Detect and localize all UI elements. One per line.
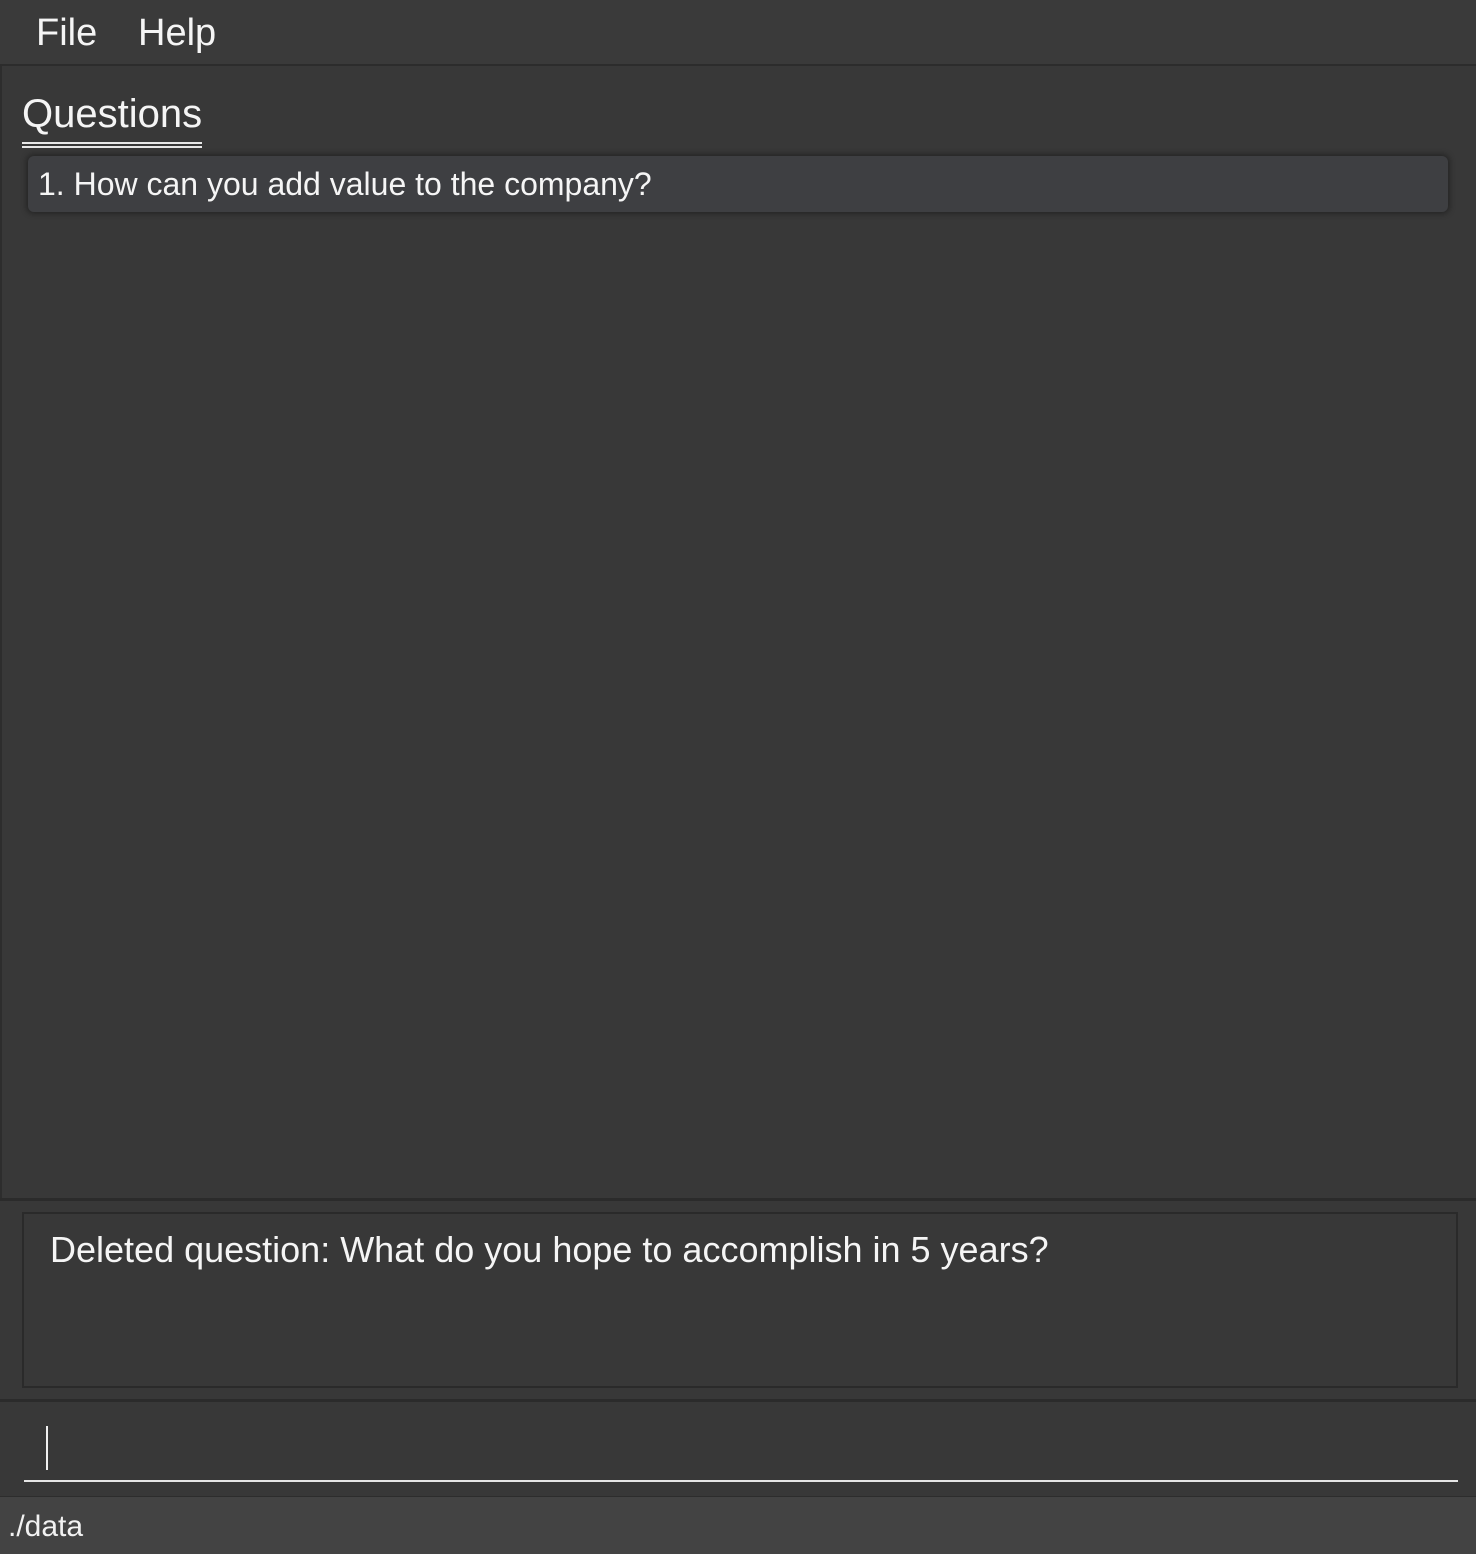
menu-bar: File Help: [0, 0, 1476, 66]
question-list-panel: [2, 68, 1476, 1198]
result-message: Deleted question: What do you hope to ac…: [50, 1229, 1049, 1270]
panel-title: Questions: [22, 90, 203, 148]
list-item[interactable]: 1. How can you add value to the company?: [28, 156, 1448, 212]
question-text: 1. How can you add value to the company?: [38, 166, 652, 202]
status-bar: ./data: [0, 1496, 1476, 1554]
text-caret: [46, 1426, 48, 1470]
result-display[interactable]: Deleted question: What do you hope to ac…: [22, 1212, 1458, 1388]
file-menu[interactable]: File: [36, 10, 97, 56]
storage-path: ./data: [8, 1510, 84, 1543]
help-menu[interactable]: Help: [138, 10, 216, 56]
command-input[interactable]: [24, 1416, 1458, 1482]
